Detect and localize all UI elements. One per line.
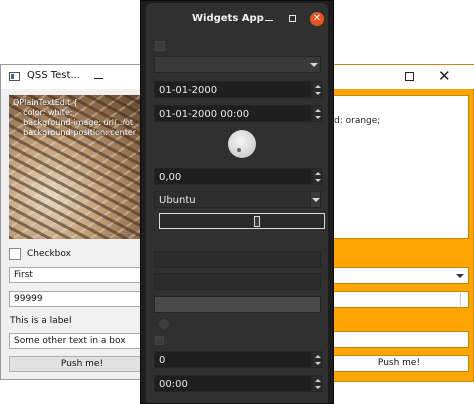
- spin-box[interactable]: 0: [154, 351, 312, 368]
- double-spin-box[interactable]: 0,00: [154, 168, 312, 185]
- font-combo-box[interactable]: Ubuntu: [154, 191, 312, 208]
- horizontal-slider[interactable]: [159, 213, 325, 229]
- chevron-down-icon: [312, 198, 320, 202]
- qss-test-window: QSS Test... QPlainTextEdit { color: whit…: [0, 64, 157, 380]
- window-title: QSS Test...: [27, 70, 80, 81]
- minimize-icon[interactable]: [265, 20, 273, 21]
- maximize-icon[interactable]: [405, 72, 414, 81]
- plain-text-edit[interactable]: QPlainTextEdit { color: white; backgroun…: [9, 95, 149, 239]
- spin-box[interactable]: [329, 291, 469, 308]
- progress-bar: [154, 296, 321, 313]
- close-icon[interactable]: ✕: [438, 67, 451, 85]
- minimize-icon[interactable]: [94, 78, 103, 79]
- app-icon: [9, 72, 20, 81]
- line-edit-2[interactable]: [154, 273, 321, 290]
- spin-arrows-icon[interactable]: [460, 293, 468, 306]
- combo-box[interactable]: First: [9, 267, 155, 283]
- plain-text-edit[interactable]: d: orange;: [329, 95, 469, 239]
- text-edit-content: QPlainTextEdit { color: white; backgroun…: [13, 98, 137, 137]
- date-edit[interactable]: 01-01-2000: [154, 81, 312, 98]
- label: This is a label: [10, 316, 72, 326]
- font-combo-dropdown[interactable]: [310, 191, 321, 208]
- checkbox-label: Checkbox: [27, 249, 71, 259]
- time-spin-arrows[interactable]: [312, 375, 322, 392]
- text-edit-content: d: orange;: [334, 116, 381, 126]
- widgets-app-window: Widgets App ✕ 01-01-2000 01-01-2000 00:0…: [140, 0, 334, 404]
- checkbox[interactable]: [9, 248, 21, 260]
- close-icon[interactable]: ✕: [310, 12, 324, 26]
- title-bar: QSS Test...: [1, 65, 157, 89]
- window-title: Widgets App: [192, 13, 264, 24]
- checkbox-2[interactable]: [155, 336, 164, 345]
- combo-box[interactable]: [329, 267, 469, 284]
- dial-notch: [237, 148, 241, 152]
- time-edit[interactable]: 00:00: [154, 375, 312, 392]
- dial[interactable]: [228, 130, 256, 158]
- checkbox[interactable]: [155, 41, 165, 51]
- maximize-icon[interactable]: [289, 15, 296, 22]
- line-edit[interactable]: Some other text in a box: [9, 333, 155, 349]
- chevron-down-icon: [456, 274, 464, 278]
- window-body: Widgets App ✕ 01-01-2000 01-01-2000 00:0…: [146, 3, 328, 403]
- chevron-down-icon: [310, 63, 318, 67]
- date-spin-arrows[interactable]: [312, 81, 322, 98]
- push-button[interactable]: Push me!: [329, 355, 469, 372]
- double-spin-arrows[interactable]: [312, 168, 322, 185]
- orange-qss-window: ✕ d: orange; Push me!: [322, 64, 474, 382]
- spin-arrows[interactable]: [312, 351, 322, 368]
- title-bar: ✕: [323, 65, 474, 89]
- slider-handle[interactable]: [254, 216, 260, 227]
- datetime-spin-arrows[interactable]: [312, 105, 322, 122]
- datetime-edit[interactable]: 01-01-2000 00:00: [154, 105, 312, 122]
- radio-button[interactable]: [159, 319, 169, 329]
- push-button[interactable]: Push me!: [9, 356, 155, 372]
- line-edit[interactable]: [154, 251, 321, 268]
- spin-box[interactable]: 99999: [9, 291, 155, 307]
- combo-box[interactable]: [154, 56, 321, 73]
- line-edit[interactable]: [329, 331, 469, 348]
